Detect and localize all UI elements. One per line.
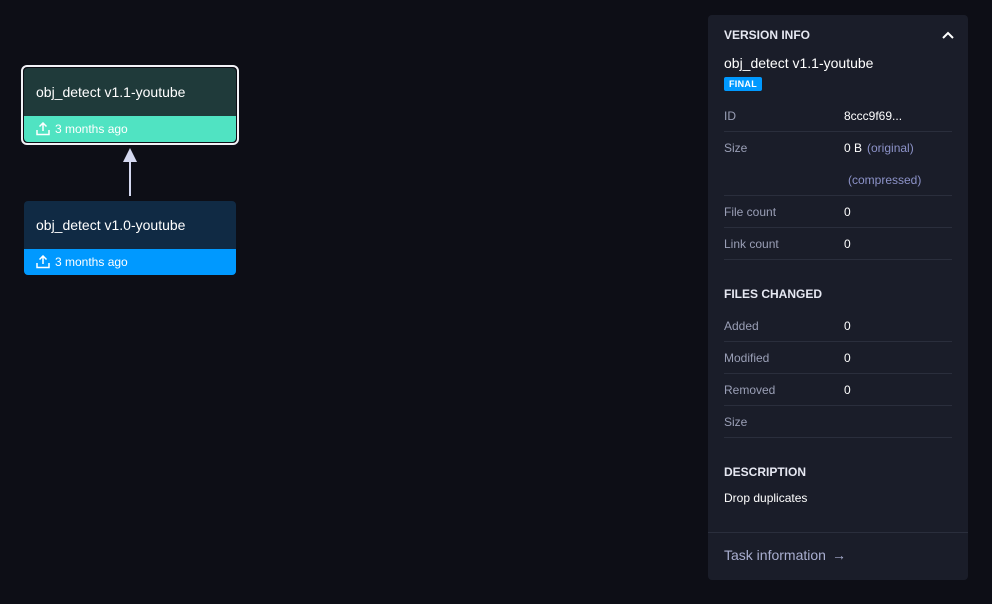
node-title: obj_detect v1.1-youtube xyxy=(36,84,186,100)
edge-arrowhead xyxy=(123,148,137,162)
node-title: obj_detect v1.0-youtube xyxy=(36,217,186,233)
row-value: 0 xyxy=(844,350,851,365)
version-node-v1-0[interactable]: obj_detect v1.0-youtube 3 months ago xyxy=(24,201,236,275)
version-graph-canvas[interactable]: obj_detect v1.1-youtube 3 months ago obj… xyxy=(0,0,992,604)
collapse-button[interactable] xyxy=(940,27,956,43)
row-value: 0 xyxy=(844,236,851,251)
row-label: Size xyxy=(724,141,748,155)
upload-icon xyxy=(36,255,50,269)
row-label: ID xyxy=(724,108,736,123)
row-label: File count xyxy=(724,204,777,219)
row-label: Removed xyxy=(724,382,776,397)
row-label: Added xyxy=(724,318,759,333)
task-link-label: Task information xyxy=(724,547,826,563)
row-value: 0 xyxy=(844,318,851,333)
row-value: 0 xyxy=(844,204,851,219)
status-badge: FINAL xyxy=(724,77,762,91)
files-row-modified: Modified 0 xyxy=(724,342,952,374)
version-info-heading: VERSION INFO xyxy=(724,28,811,42)
row-value: 0 B xyxy=(844,141,863,155)
info-row-file-count: File count 0 xyxy=(724,196,952,228)
panel-divider xyxy=(708,532,968,533)
row-label: Link count xyxy=(724,236,779,251)
upload-icon xyxy=(36,122,50,136)
info-row-link-count: Link count 0 xyxy=(724,228,952,260)
description-heading: DESCRIPTION xyxy=(724,465,807,479)
row-label: Modified xyxy=(724,350,770,365)
version-info-panel: VERSION INFO obj_detect v1.1-youtube FIN… xyxy=(708,15,968,580)
node-footer: 3 months ago xyxy=(24,249,236,275)
size-compressed-note: (compressed) xyxy=(848,172,922,187)
row-value[interactable]: 8ccc9f69... xyxy=(844,109,902,123)
row-label: Size xyxy=(724,414,748,429)
node-time: 3 months ago xyxy=(55,122,128,136)
description-text: Drop duplicates xyxy=(724,491,808,505)
files-changed-heading: FILES CHANGED xyxy=(724,287,823,301)
info-row-size-compressed: (compressed) xyxy=(724,164,952,196)
info-row-id: ID 8ccc9f69... xyxy=(724,100,952,132)
node-time: 3 months ago xyxy=(55,255,128,269)
task-information-link[interactable]: Task information → xyxy=(724,547,846,563)
arrow-right-icon: → xyxy=(831,547,846,563)
node-footer: 3 months ago xyxy=(24,116,236,142)
panel-header: VERSION INFO xyxy=(724,25,956,45)
files-row-added: Added 0 xyxy=(724,310,952,342)
version-node-v1-1[interactable]: obj_detect v1.1-youtube 3 months ago xyxy=(24,68,236,142)
files-row-removed: Removed 0 xyxy=(724,374,952,406)
files-row-size: Size xyxy=(724,406,952,438)
size-original-note: (original) xyxy=(867,141,914,155)
chevron-up-icon xyxy=(942,31,954,39)
version-name: obj_detect v1.1-youtube xyxy=(724,55,874,71)
row-value: 0 xyxy=(844,382,851,397)
info-row-size: Size 0 B (original) xyxy=(724,132,952,164)
